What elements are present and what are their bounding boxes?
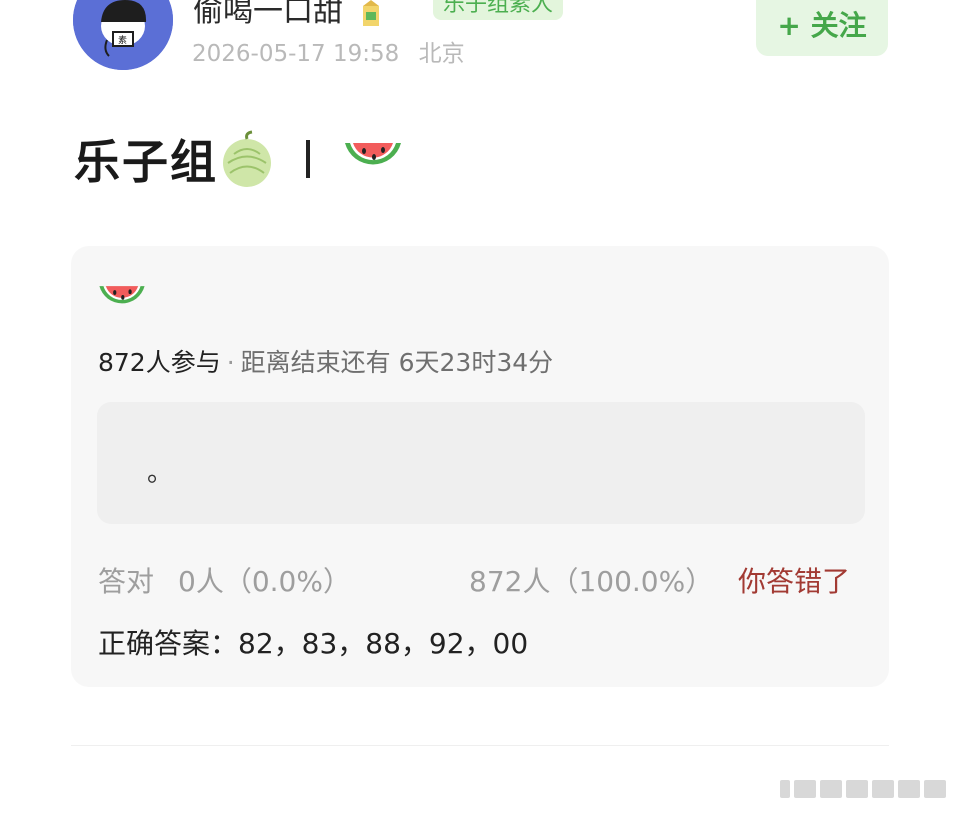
avatar-illustration-icon: 素: [73, 0, 173, 70]
quiz-result-row: 答对 0人（0.0%） 872人（100.0%） 你答错了: [98, 560, 868, 600]
melon-icon: [223, 130, 271, 187]
wrong-stats: 872人（100.0%）: [469, 565, 714, 598]
post-date: 2026-05-17 19:58: [192, 41, 400, 67]
user-tag-badge: 乐子组素人: [433, 0, 564, 20]
quiz-stats: 872人参与 · 距离结束还有 6天23时34分: [98, 343, 553, 379]
post-title: 乐子组: [74, 128, 404, 190]
answer-input-box[interactable]: 。: [97, 402, 865, 524]
watermelon-icon: [99, 286, 145, 304]
watermelon-icon: [345, 143, 401, 165]
correct-label: 答对: [98, 565, 155, 598]
username-text[interactable]: 偷喝一口甜: [193, 0, 343, 29]
divider: [71, 745, 889, 746]
post-meta: 2026-05-17 19:58 北京: [192, 34, 465, 68]
milk-carton-icon: [362, 0, 379, 26]
submitted-answer: 。: [147, 458, 174, 488]
correct-answer: 正确答案：82，83，88，92，00: [98, 627, 529, 660]
username[interactable]: 偷喝一口甜: [193, 0, 381, 30]
stats-separator: ·: [226, 348, 235, 377]
quiz-card: 872人参与 · 距离结束还有 6天23时34分 。 答对 0人（0.0%） 872…: [71, 246, 889, 687]
follow-button[interactable]: + 关注: [756, 0, 888, 56]
participant-count: 872人参与: [98, 348, 221, 377]
post-title-text: 乐子组: [74, 135, 218, 189]
correct-stats: 0人（0.0%）: [178, 565, 351, 598]
title-separator: [306, 140, 310, 178]
time-remaining: 距离结束还有 6天23时34分: [240, 348, 554, 377]
avatar[interactable]: 素: [73, 0, 173, 70]
svg-text:素: 素: [118, 34, 127, 46]
watermark: [780, 778, 950, 800]
post-location: 北京: [418, 41, 465, 67]
wrong-result-label: 你答错了: [738, 565, 851, 598]
